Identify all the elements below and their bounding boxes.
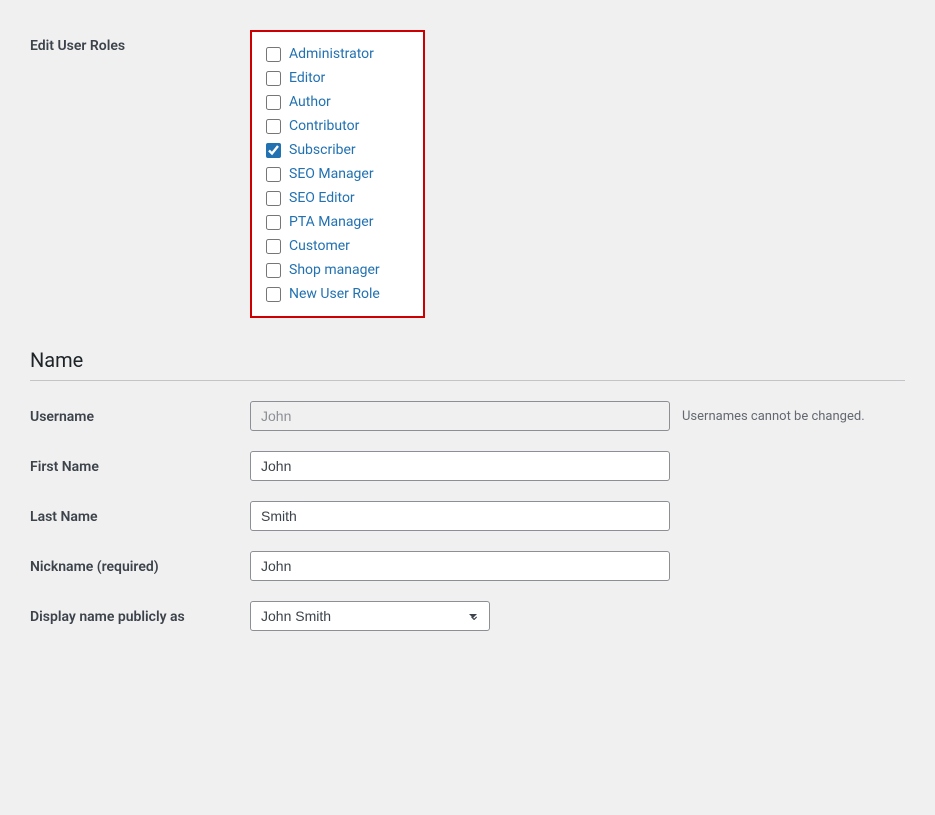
role-label-shop-manager[interactable]: Shop manager (289, 262, 380, 278)
username-input[interactable] (250, 401, 670, 431)
role-item-shop-manager: Shop manager (266, 258, 409, 282)
username-row: Username Usernames cannot be changed. (30, 391, 905, 441)
role-checkbox-pta-manager[interactable] (266, 215, 281, 230)
role-checkbox-customer[interactable] (266, 239, 281, 254)
role-checkbox-author[interactable] (266, 95, 281, 110)
role-label-pta-manager[interactable]: PTA Manager (289, 214, 373, 230)
role-item-seo-manager: SEO Manager (266, 162, 409, 186)
roles-row: Edit User Roles Administrator Editor Autho… (30, 20, 905, 328)
role-item-subscriber: Subscriber (266, 138, 409, 162)
role-label-new-user-role[interactable]: New User Role (289, 286, 380, 302)
role-label-subscriber[interactable]: Subscriber (289, 142, 356, 158)
role-checkbox-contributor[interactable] (266, 119, 281, 134)
role-checkbox-shop-manager[interactable] (266, 263, 281, 278)
role-item-new-user-role: New User Role (266, 282, 409, 306)
role-item-author: Author (266, 90, 409, 114)
name-form-table: Username Usernames cannot be changed. Fi… (30, 391, 905, 641)
username-field-row: Usernames cannot be changed. (250, 401, 905, 431)
role-label-author[interactable]: Author (289, 94, 331, 110)
nickname-label: Nickname (required) (30, 559, 159, 575)
role-checkbox-seo-manager[interactable] (266, 167, 281, 182)
last-name-label: Last Name (30, 509, 98, 525)
first-name-input[interactable] (250, 451, 670, 481)
role-label-contributor[interactable]: Contributor (289, 118, 359, 134)
nickname-input[interactable] (250, 551, 670, 581)
role-item-pta-manager: PTA Manager (266, 210, 409, 234)
role-checkbox-seo-editor[interactable] (266, 191, 281, 206)
role-checkbox-new-user-role[interactable] (266, 287, 281, 302)
role-item-seo-editor: SEO Editor (266, 186, 409, 210)
role-checkbox-subscriber[interactable] (266, 143, 281, 158)
name-section-heading: Name (30, 348, 905, 381)
nickname-row: Nickname (required) (30, 541, 905, 591)
first-name-label: First Name (30, 459, 99, 475)
role-checkbox-administrator[interactable] (266, 47, 281, 62)
roles-box: Administrator Editor Author Contributor Subs… (250, 30, 425, 318)
display-name-row: Display name publicly as John SmithJohnS… (30, 591, 905, 641)
username-label: Username (30, 409, 94, 425)
display-name-label: Display name publicly as (30, 609, 185, 625)
role-label-seo-manager[interactable]: SEO Manager (289, 166, 374, 182)
display-name-select[interactable]: John SmithJohnSmithJohn Smith (250, 601, 490, 631)
role-label-editor[interactable]: Editor (289, 70, 325, 86)
role-item-contributor: Contributor (266, 114, 409, 138)
role-checkbox-editor[interactable] (266, 71, 281, 86)
role-item-administrator: Administrator (266, 42, 409, 66)
last-name-row: Last Name (30, 491, 905, 541)
role-item-customer: Customer (266, 234, 409, 258)
first-name-row: First Name (30, 441, 905, 491)
username-note: Usernames cannot be changed. (682, 409, 865, 424)
role-label-seo-editor[interactable]: SEO Editor (289, 190, 355, 206)
role-label-customer[interactable]: Customer (289, 238, 350, 254)
last-name-input[interactable] (250, 501, 670, 531)
role-label-administrator[interactable]: Administrator (289, 46, 374, 62)
display-name-select-wrapper: John SmithJohnSmithJohn Smith ⌄ (250, 601, 490, 631)
role-item-editor: Editor (266, 66, 409, 90)
form-table: Edit User Roles Administrator Editor Autho… (30, 20, 905, 328)
roles-label: Edit User Roles (30, 38, 125, 54)
